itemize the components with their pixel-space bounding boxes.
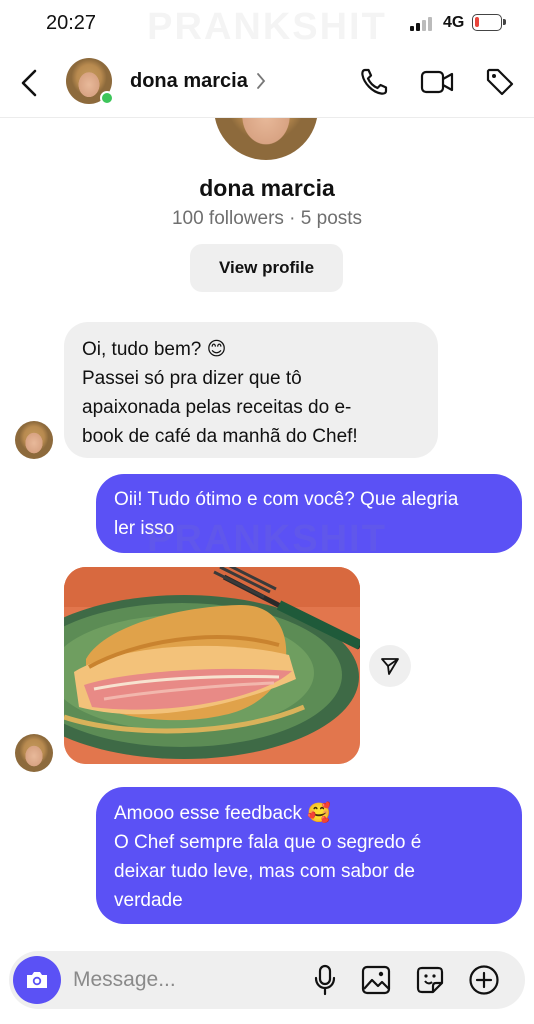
avatar[interactable] [15, 734, 53, 772]
profile-stats: 100 followers · 5 posts [171, 208, 363, 229]
add-button[interactable] [467, 963, 501, 997]
online-status-dot [100, 91, 114, 105]
message-composer [9, 951, 525, 1009]
video-camera-icon [420, 70, 454, 94]
voice-message-button[interactable] [308, 963, 342, 997]
message-line: Passei só pra dizer que tô [82, 368, 302, 389]
audio-call-button[interactable] [357, 65, 391, 99]
gallery-button[interactable] [359, 963, 393, 997]
back-button[interactable] [14, 64, 44, 102]
battery-icon [472, 14, 506, 31]
network-label: 4G [443, 14, 465, 31]
tag-icon [486, 68, 514, 96]
sticker-icon [416, 966, 444, 994]
microphone-icon [314, 964, 336, 996]
message-line: deixar tudo leve, mas com sabor de [114, 861, 415, 882]
profile-avatar[interactable] [214, 118, 320, 160]
tag-button[interactable] [483, 65, 517, 99]
message-bubble-incoming[interactable]: Oi, tudo bem? 😊 Passei só pra dizer que … [64, 322, 438, 458]
share-button[interactable] [369, 645, 411, 687]
message-line: Oii! Tudo ótimo e com você? Que alegria [114, 489, 459, 510]
message-line: book de café da manhã do Chef! [82, 426, 358, 447]
status-bar: 20:27 4G [0, 0, 534, 48]
message-line: O Chef sempre fala que o segredo é [114, 832, 422, 853]
phone-icon [361, 68, 388, 95]
avatar[interactable] [15, 421, 53, 459]
video-call-button[interactable] [420, 65, 454, 99]
camera-button[interactable] [13, 956, 61, 1004]
message-bubble-outgoing[interactable]: Oii! Tudo ótimo e com você? Que alegria … [96, 474, 522, 553]
camera-icon [27, 972, 47, 988]
view-profile-button[interactable]: View profile [190, 244, 343, 292]
chat-header: dona marcia [0, 48, 534, 118]
image-icon [361, 965, 391, 995]
sticker-button[interactable] [413, 963, 447, 997]
plus-circle-icon [469, 965, 499, 995]
message-line: Amooo esse feedback 🥰 [114, 803, 331, 824]
message-input[interactable] [73, 960, 293, 1000]
message-line: Oi, tudo bem? 😊 [82, 339, 227, 360]
chevron-right-icon [257, 73, 266, 89]
chevron-left-icon [21, 69, 37, 97]
contact-name[interactable]: dona marcia [130, 70, 248, 93]
message-line: apaixonada pelas receitas do e- [82, 397, 352, 418]
message-line: ler isso [114, 518, 175, 539]
profile-name: dona marcia [199, 175, 335, 201]
message-line: verdade [114, 890, 183, 911]
message-bubble-outgoing[interactable]: Amooo esse feedback 🥰 O Chef sempre fala… [96, 787, 522, 924]
status-time: 20:27 [46, 12, 97, 34]
omelette-photo[interactable] [64, 567, 360, 764]
send-icon [381, 658, 399, 675]
omelette-photo-art [64, 567, 360, 764]
signal-icon [410, 15, 436, 31]
